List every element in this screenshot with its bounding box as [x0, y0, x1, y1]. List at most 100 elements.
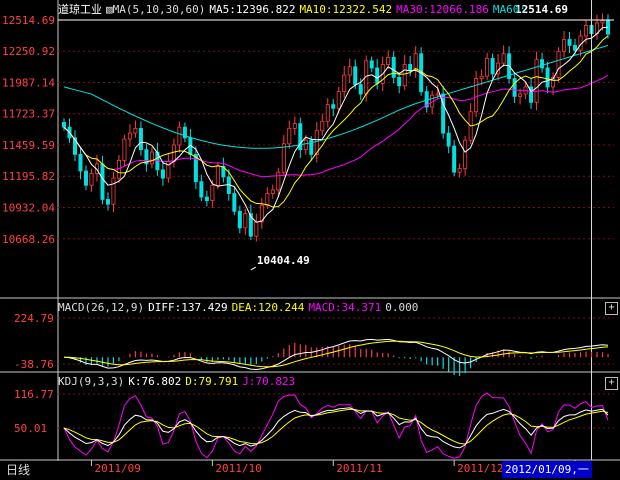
- candle-body: [325, 104, 330, 122]
- x-tick-label: 2011/09: [94, 462, 140, 475]
- candle-body: [353, 66, 358, 85]
- candle-body: [485, 58, 490, 77]
- macd-tick-label: -38.76: [14, 358, 54, 371]
- price-tick-label: 10932.04: [2, 202, 55, 215]
- tab-daily[interactable]: 日线: [0, 461, 56, 480]
- candle-body: [512, 78, 517, 97]
- x-tick-label: 2011/11: [336, 462, 382, 475]
- candle-body: [237, 210, 242, 229]
- price-tick-label: 12250.92: [2, 45, 55, 58]
- macd-value: MACD:34.371: [308, 301, 382, 314]
- candle-body: [177, 126, 182, 146]
- candle-body: [463, 139, 468, 170]
- candle-body: [281, 143, 286, 173]
- j-line: [63, 392, 609, 459]
- candle-body: [474, 78, 479, 113]
- ma10-line: [63, 35, 609, 208]
- candle-body: [215, 165, 220, 186]
- candle-body: [204, 196, 209, 202]
- candle-body: [149, 151, 154, 165]
- candle-body: [62, 122, 67, 128]
- candle-body: [386, 56, 391, 65]
- candle-body: [358, 84, 363, 95]
- candle-body: [347, 66, 352, 76]
- candle-body: [584, 24, 589, 37]
- candle-body: [122, 138, 127, 161]
- diff-line: [63, 338, 609, 371]
- candle-body: [391, 56, 396, 78]
- kdj-expand-button[interactable]: +: [605, 377, 618, 390]
- candle-body: [127, 132, 132, 140]
- candle-body: [562, 39, 567, 52]
- candle-body: [534, 59, 539, 103]
- candle-body: [435, 93, 440, 96]
- candle-body: [402, 63, 407, 87]
- diff-value: DIFF:137.429: [148, 301, 228, 314]
- ma5-value: MA5:12396.822: [209, 3, 296, 16]
- candle-body: [501, 53, 506, 64]
- candle-body: [545, 67, 550, 88]
- candle-body: [452, 145, 457, 173]
- low-price-marker: [250, 266, 257, 271]
- price-tick-label: 11195.82: [2, 170, 55, 183]
- ma10-value: MA10:12322.542: [299, 3, 393, 16]
- macd-tick-label: 224.79: [14, 312, 54, 325]
- price-panel-header: 道琼工业 ▧MA(5,10,30,60) MA5:12396.822 MA10:123…: [58, 1, 530, 17]
- ma5-line: [63, 26, 609, 223]
- candle-body: [210, 184, 215, 202]
- dea-value: DEA:120.244: [231, 301, 305, 314]
- candle-body: [375, 67, 380, 84]
- candle-body: [540, 59, 545, 69]
- candle-body: [276, 171, 281, 191]
- stock-chart-window: 12514.69 12250.92 11987.14 11723.37 11459.59…: [0, 0, 620, 480]
- price-tick-label: 11987.14: [2, 77, 55, 90]
- candle-body: [518, 93, 523, 97]
- low-price-label: 10404.49: [257, 254, 310, 267]
- candle-body: [232, 193, 237, 212]
- candle-body: [100, 163, 105, 200]
- candle-body: [556, 50, 561, 78]
- candle-body: [89, 172, 94, 186]
- price-tick-label: 10668.26: [2, 233, 55, 246]
- candle-body: [111, 177, 116, 205]
- k-line: [63, 407, 609, 449]
- kdj-panel-header: KDJ(9,3,3) K:76.802 D:79.791 J:70.823: [58, 375, 299, 388]
- dea-line: [63, 340, 609, 368]
- x-tick-label: 2011/10: [215, 462, 261, 475]
- macd-expand-button[interactable]: +: [605, 302, 618, 315]
- candle-body: [342, 74, 347, 93]
- k-value: K:76.802: [128, 375, 182, 388]
- candle-body: [573, 45, 578, 51]
- candle-body: [567, 39, 572, 46]
- candle-body: [138, 127, 143, 151]
- candle-body: [199, 181, 204, 198]
- chart-canvas: 12514.69 12250.92 11987.14 11723.37 11459.59…: [0, 0, 620, 475]
- candle-body: [457, 168, 462, 173]
- candle-body: [265, 193, 270, 206]
- candle-body: [243, 213, 248, 229]
- x-tick-label: 2011/12: [457, 462, 503, 475]
- candle-body: [287, 127, 292, 145]
- candle-body: [303, 139, 308, 151]
- candle-body: [408, 63, 413, 71]
- candle-body: [479, 75, 484, 80]
- candle-body: [292, 123, 297, 129]
- kdj-label: KDJ(9,3,3): [58, 375, 125, 388]
- kdj-tick-label: 50.01: [14, 422, 47, 435]
- symbol-name: 道琼工业: [58, 3, 102, 16]
- candle-body: [336, 91, 341, 109]
- candle-body: [270, 189, 275, 194]
- candle-body: [490, 58, 495, 75]
- indicator-icon[interactable]: ▧: [106, 3, 113, 16]
- candle-body: [78, 154, 83, 172]
- candle-body: [254, 221, 259, 237]
- price-tick-label: 11459.59: [2, 139, 55, 152]
- cursor-date-readout: 2012/01/09,一: [502, 461, 592, 478]
- price-tick-label: 12514.69: [2, 14, 55, 27]
- macd-panel-header: MACD(26,12,9) DIFF:137.429 DEA:120.244 MACD…: [58, 301, 422, 314]
- candle-body: [133, 127, 138, 134]
- candle-body: [105, 199, 110, 205]
- candle-body: [397, 77, 402, 87]
- candle-body: [446, 132, 451, 147]
- candle-body: [320, 120, 325, 132]
